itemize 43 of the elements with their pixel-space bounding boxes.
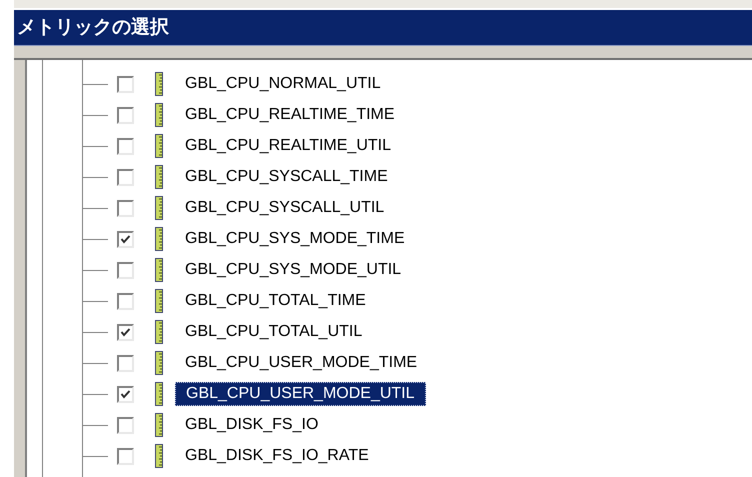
- metric-name[interactable]: GBL_DISK_FS_IO_RATE: [175, 444, 379, 468]
- checkbox[interactable]: [117, 169, 134, 186]
- gauge-icon: [155, 196, 163, 220]
- metric-name[interactable]: GBL_CPU_USER_MODE_UTIL: [175, 382, 426, 406]
- metric-name[interactable]: GBL_CPU_USER_MODE_TIME: [175, 351, 428, 375]
- gauge-icon: [155, 413, 163, 437]
- metric-name[interactable]: GBL_CPU_NORMAL_UTIL: [175, 72, 391, 96]
- gauge-icon: [155, 289, 163, 313]
- gauge-icon: [155, 351, 163, 375]
- checkbox[interactable]: [117, 386, 134, 403]
- metric-name[interactable]: GBL_DISK_FS_IO: [175, 413, 328, 437]
- metric-name[interactable]: GBL_CPU_SYS_MODE_TIME: [175, 227, 415, 251]
- metric-name[interactable]: GBL_CPU_TOTAL_UTIL: [175, 320, 372, 344]
- metric-name[interactable]: GBL_CPU_SYS_MODE_UTIL: [175, 258, 412, 282]
- gauge-icon: [155, 165, 163, 189]
- gauge-icon: [155, 382, 163, 406]
- metric-name[interactable]: GBL_CPU_TOTAL_TIME: [175, 289, 376, 313]
- gauge-icon: [155, 72, 163, 96]
- metric-name[interactable]: GBL_CPU_SYSCALL_UTIL: [175, 196, 394, 220]
- window-title: メトリックの選択: [14, 10, 752, 46]
- check-icon: [119, 388, 132, 401]
- gauge-icon: [155, 227, 163, 251]
- checkbox[interactable]: [117, 324, 134, 341]
- gauge-icon: [155, 444, 163, 468]
- gauge-icon: [155, 134, 163, 158]
- check-icon: [119, 233, 132, 246]
- checkbox[interactable]: [117, 262, 134, 279]
- gauge-icon: [155, 103, 163, 127]
- checkbox[interactable]: [117, 417, 134, 434]
- metric-name[interactable]: GBL_CPU_SYSCALL_TIME: [175, 165, 398, 189]
- gauge-icon: [155, 320, 163, 344]
- checkbox[interactable]: [117, 107, 134, 124]
- checkbox[interactable]: [117, 231, 134, 248]
- checkbox[interactable]: [117, 293, 134, 310]
- gauge-icon: [155, 258, 163, 282]
- checkbox[interactable]: [117, 448, 134, 465]
- checkbox[interactable]: [117, 355, 134, 372]
- checkbox[interactable]: [117, 76, 134, 93]
- metric-name[interactable]: GBL_CPU_REALTIME_UTIL: [175, 134, 401, 158]
- checkbox[interactable]: [117, 138, 134, 155]
- check-icon: [119, 326, 132, 339]
- checkbox[interactable]: [117, 200, 134, 217]
- metric-name[interactable]: GBL_CPU_REALTIME_TIME: [175, 103, 405, 127]
